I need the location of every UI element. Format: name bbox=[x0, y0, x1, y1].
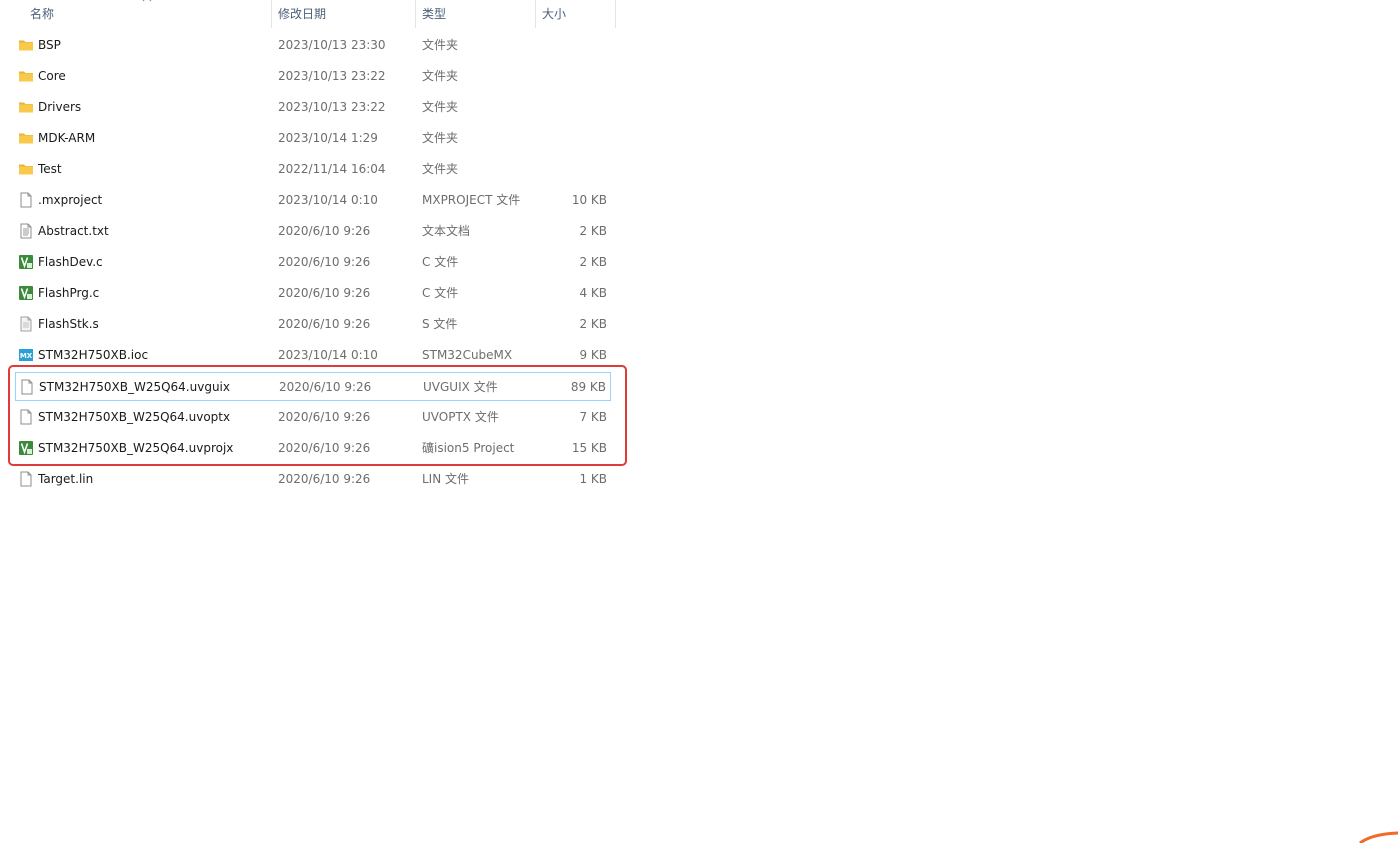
folder-icon bbox=[18, 37, 34, 53]
file-type: 礦ision5 Project bbox=[422, 441, 515, 455]
column-header-type[interactable]: 类型 bbox=[422, 0, 446, 28]
file-date: 2020/6/10 9:26 bbox=[278, 317, 371, 331]
corner-decoration bbox=[1359, 831, 1399, 843]
text-file-icon bbox=[18, 223, 34, 239]
file-row[interactable]: Abstract.txt 2020/6/10 9:26 文本文档 2 KB bbox=[15, 217, 611, 246]
blank-file-icon bbox=[18, 471, 34, 487]
file-name: FlashPrg.c bbox=[38, 286, 100, 300]
file-type: 文件夹 bbox=[422, 69, 459, 83]
column-divider[interactable] bbox=[271, 0, 272, 28]
file-size: 89 KB bbox=[570, 380, 606, 394]
file-type: STM32CubeMX bbox=[422, 348, 513, 362]
file-name: BSP bbox=[38, 38, 61, 52]
file-row[interactable]: STM32H750XB_W25Q64.uvprojx 2020/6/10 9:26… bbox=[15, 434, 611, 463]
file-date: 2020/6/10 9:26 bbox=[278, 410, 371, 424]
column-header-date[interactable]: 修改日期 bbox=[278, 0, 326, 28]
file-type: S 文件 bbox=[422, 317, 458, 331]
keil-file-icon bbox=[18, 440, 34, 456]
file-size: 2 KB bbox=[579, 224, 607, 238]
file-date: 2023/10/14 0:10 bbox=[278, 193, 378, 207]
file-row[interactable]: FlashStk.s 2020/6/10 9:26 S 文件 2 KB bbox=[15, 310, 611, 339]
column-header-bar: 名称 修改日期 类型 大小 bbox=[0, 0, 620, 28]
file-row[interactable]: MX STM32H750XB.ioc 2023/10/14 0:10 STM32Cub… bbox=[15, 341, 611, 370]
file-row[interactable]: FlashPrg.c 2020/6/10 9:26 C 文件 4 KB bbox=[15, 279, 611, 308]
file-date: 2023/10/14 0:10 bbox=[278, 348, 378, 362]
file-name: FlashStk.s bbox=[38, 317, 99, 331]
file-type: 文本文档 bbox=[422, 224, 471, 238]
folder-icon bbox=[18, 161, 34, 177]
svg-text:MX: MX bbox=[20, 352, 33, 360]
file-name: Core bbox=[38, 69, 66, 83]
file-row[interactable]: Target.lin 2020/6/10 9:26 LIN 文件 1 KB bbox=[15, 465, 611, 494]
file-type: 文件夹 bbox=[422, 38, 459, 52]
file-row[interactable]: STM32H750XB_W25Q64.uvoptx 2020/6/10 9:26 U… bbox=[15, 403, 611, 432]
asm-file-icon bbox=[18, 316, 34, 332]
file-date: 2023/10/13 23:22 bbox=[278, 69, 386, 83]
file-row[interactable]: STM32H750XB_W25Q64.uvguix 2020/6/10 9:26 U… bbox=[15, 372, 611, 401]
column-divider[interactable] bbox=[415, 0, 416, 28]
column-divider[interactable] bbox=[615, 0, 616, 28]
file-name: STM32H750XB_W25Q64.uvprojx bbox=[38, 441, 234, 455]
file-row[interactable]: .mxproject 2023/10/14 0:10 MXPROJECT 文件 10 … bbox=[15, 186, 611, 215]
keil-file-icon bbox=[18, 254, 34, 270]
file-name: Drivers bbox=[38, 100, 82, 114]
folder-row[interactable]: BSP 2023/10/13 23:30 文件夹 bbox=[15, 31, 611, 60]
file-type: MXPROJECT 文件 bbox=[422, 193, 521, 207]
cubemx-file-icon: MX bbox=[18, 347, 34, 363]
file-type: C 文件 bbox=[422, 286, 459, 300]
file-name: STM32H750XB_W25Q64.uvoptx bbox=[38, 410, 231, 424]
file-type: UVGUIX 文件 bbox=[423, 380, 498, 394]
file-row[interactable]: FlashDev.c 2020/6/10 9:26 C 文件 2 KB bbox=[15, 248, 611, 277]
file-name: FlashDev.c bbox=[38, 255, 103, 269]
file-size: 2 KB bbox=[579, 317, 607, 331]
file-size: 7 KB bbox=[579, 410, 607, 424]
folder-icon bbox=[18, 68, 34, 84]
folder-row[interactable]: Core 2023/10/13 23:22 文件夹 bbox=[15, 62, 611, 91]
folder-row[interactable]: Test 2022/11/14 16:04 文件夹 bbox=[15, 155, 611, 184]
file-name: Test bbox=[38, 162, 62, 176]
file-size: 1 KB bbox=[579, 472, 607, 486]
file-date: 2023/10/13 23:30 bbox=[278, 38, 386, 52]
file-name: Target.lin bbox=[38, 472, 94, 486]
file-date: 2020/6/10 9:26 bbox=[278, 224, 371, 238]
file-date: 2023/10/13 23:22 bbox=[278, 100, 386, 114]
file-name: Abstract.txt bbox=[38, 224, 109, 238]
folder-icon bbox=[18, 99, 34, 115]
file-date: 2023/10/14 1:29 bbox=[278, 131, 378, 145]
file-type: 文件夹 bbox=[422, 131, 459, 145]
file-name: MDK-ARM bbox=[38, 131, 96, 145]
file-size: 2 KB bbox=[579, 255, 607, 269]
file-size: 4 KB bbox=[579, 286, 607, 300]
file-name: STM32H750XB.ioc bbox=[38, 348, 149, 362]
file-date: 2020/6/10 9:26 bbox=[278, 441, 371, 455]
blank-file-icon bbox=[18, 192, 34, 208]
file-type: LIN 文件 bbox=[422, 472, 470, 486]
file-size: 15 KB bbox=[571, 441, 607, 455]
blank-file-icon bbox=[18, 409, 34, 425]
file-date: 2020/6/10 9:26 bbox=[279, 380, 372, 394]
file-type: UVOPTX 文件 bbox=[422, 410, 499, 424]
file-size: 9 KB bbox=[579, 348, 607, 362]
file-type: 文件夹 bbox=[422, 162, 459, 176]
keil-file-icon bbox=[18, 285, 34, 301]
sort-ascending-icon bbox=[142, 0, 152, 2]
folder-row[interactable]: MDK-ARM 2023/10/14 1:29 文件夹 bbox=[15, 124, 611, 153]
file-date: 2020/6/10 9:26 bbox=[278, 255, 371, 269]
file-size: 10 KB bbox=[571, 193, 607, 207]
column-divider[interactable] bbox=[535, 0, 536, 28]
file-date: 2020/6/10 9:26 bbox=[278, 286, 371, 300]
file-type: C 文件 bbox=[422, 255, 459, 269]
file-name: STM32H750XB_W25Q64.uvguix bbox=[39, 380, 230, 394]
column-header-name[interactable]: 名称 bbox=[30, 0, 54, 28]
file-name: .mxproject bbox=[38, 193, 103, 207]
blank-file-icon bbox=[19, 379, 35, 395]
file-type: 文件夹 bbox=[422, 100, 459, 114]
folder-icon bbox=[18, 130, 34, 146]
column-header-size[interactable]: 大小 bbox=[542, 0, 566, 28]
file-date: 2022/11/14 16:04 bbox=[278, 162, 386, 176]
file-date: 2020/6/10 9:26 bbox=[278, 472, 371, 486]
folder-row[interactable]: Drivers 2023/10/13 23:22 文件夹 bbox=[15, 93, 611, 122]
